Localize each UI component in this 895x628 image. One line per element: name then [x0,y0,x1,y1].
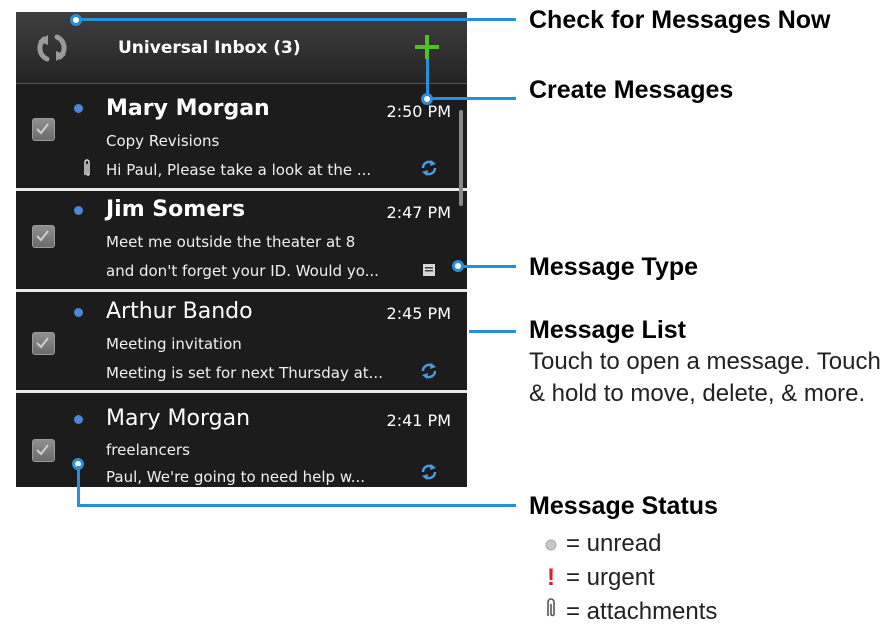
callout-line [80,18,516,21]
message-row[interactable]: Mary Morgan 2:41 PM freelancers Paul, We… [16,393,467,487]
unread-dot-icon [74,308,83,317]
message-subject: freelancers [106,441,190,459]
refresh-icon[interactable] [34,30,70,66]
message-time: 2:41 PM [386,411,451,430]
callout-line [462,265,516,268]
message-sender: Mary Morgan [106,96,270,121]
attachment-icon [82,158,92,183]
sync-icon [420,463,438,486]
callout-line [426,59,429,95]
message-time: 2:45 PM [386,304,451,323]
message-subject: Copy Revisions [106,132,220,150]
plus-icon[interactable] [414,34,440,60]
sync-icon [420,362,438,385]
unread-dot-icon [74,415,83,424]
unread-dot-icon [540,530,562,558]
message-row[interactable]: Arthur Bando 2:45 PM Meeting invitation … [16,292,467,390]
callout-message-list: Message List [529,316,687,344]
callout-check-messages: Check for Messages Now [529,6,831,34]
inbox-screen: Universal Inbox (3) Mary Morgan 2:50 PM … [16,12,467,487]
callout-line [469,330,516,333]
attachment-icon [540,597,562,626]
message-checkbox[interactable] [32,439,55,462]
unread-dot-icon [74,206,83,215]
scrollbar[interactable] [459,110,463,206]
message-preview: Hi Paul, Please take a look at the ... [106,161,372,179]
callout-message-type: Message Type [529,253,699,281]
legend-unread-label: = unread [566,530,662,557]
message-preview: Paul, We're going to need help w... [106,468,366,486]
message-preview: Meeting is set for next Thursday at... [106,364,383,382]
inbox-title: Universal Inbox (3) [118,38,301,58]
urgent-icon: ! [547,564,555,591]
message-row[interactable]: Mary Morgan 2:50 PM Copy Revisions Hi Pa… [16,84,467,188]
message-sender: Jim Somers [106,197,246,222]
legend-urgent-label: = urgent [566,564,655,591]
message-subject: Meet me outside the theater at 8 [106,233,356,251]
message-time: 2:47 PM [386,203,451,222]
message-sender: Arthur Bando [106,299,253,324]
callout-message-list-description: Touch to open a message. Touch & hold to… [529,348,881,407]
legend-urgent: ! = urgent [540,564,655,592]
message-checkbox[interactable] [32,225,55,248]
message-preview: and don't forget your ID. Would yo... [106,262,379,280]
callout-line [433,97,516,100]
callout-line [77,466,80,506]
message-sender: Mary Morgan [106,406,251,431]
callout-line [77,504,516,507]
sync-icon [420,159,438,182]
message-icon [422,263,436,282]
legend-attachments: = attachments [540,597,717,626]
inbox-header: Universal Inbox (3) [16,12,467,84]
callout-create-messages: Create Messages [529,76,734,104]
unread-dot-icon [74,104,83,113]
legend-attachments-label: = attachments [566,598,718,625]
message-checkbox[interactable] [32,332,55,355]
message-checkbox[interactable] [32,118,55,141]
message-row[interactable]: Jim Somers 2:47 PM Meet me outside the t… [16,191,467,289]
callout-message-status: Message Status [529,492,718,520]
legend-unread: = unread [540,530,661,558]
message-time: 2:50 PM [386,102,451,121]
message-subject: Meeting invitation [106,335,242,353]
